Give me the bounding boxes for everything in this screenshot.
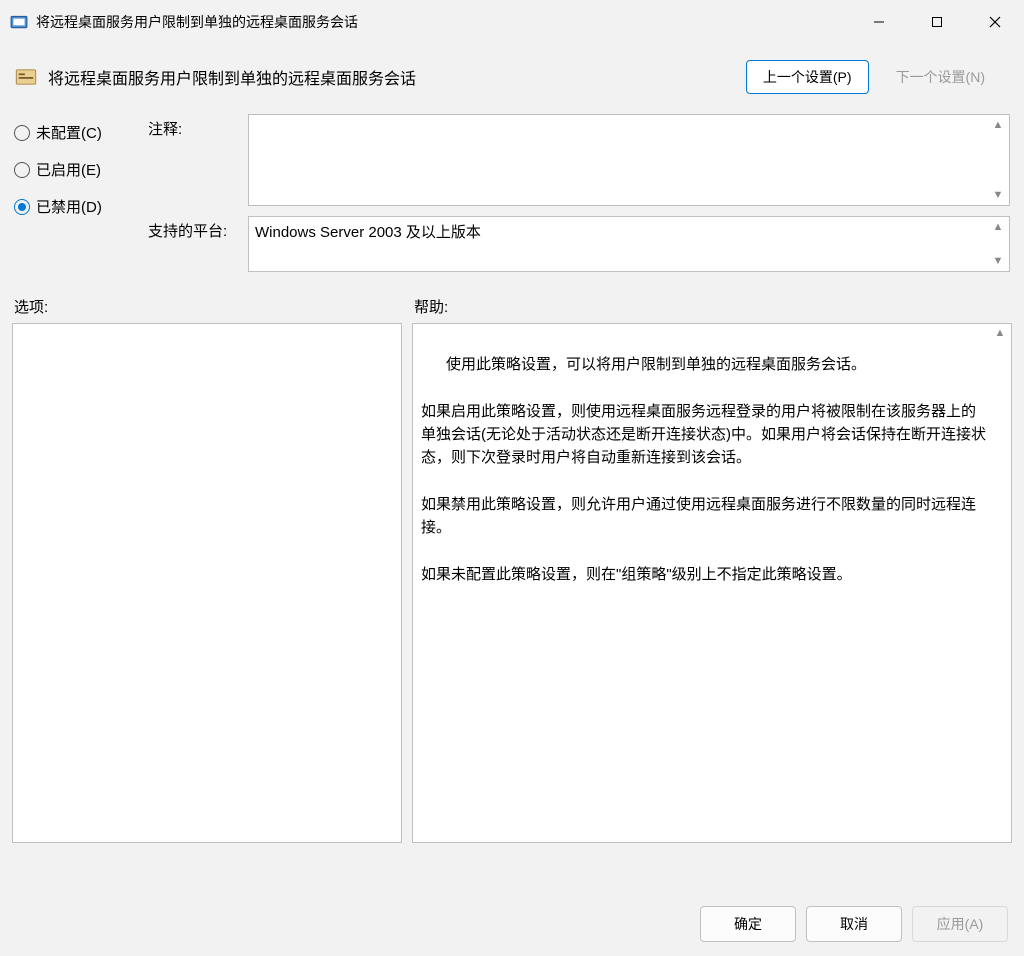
options-section-label: 选项: — [14, 296, 414, 317]
help-panel: 使用此策略设置，可以将用户限制到单独的远程桌面服务会话。 如果启用此策略设置，则… — [412, 323, 1012, 843]
scroll-up-icon[interactable]: ▲ — [992, 326, 1008, 342]
scroll-down-icon[interactable]: ▼ — [990, 253, 1006, 269]
radio-enabled[interactable]: 已启用(E) — [14, 159, 134, 180]
policy-editor-window: 将远程桌面服务用户限制到单独的远程桌面服务会话 将远程桌面服务用户限制到单独的远… — [0, 0, 1024, 956]
window-controls — [850, 0, 1024, 44]
close-button[interactable] — [966, 0, 1024, 44]
app-icon — [10, 13, 28, 31]
dialog-buttons: 确定 取消 应用(A) — [0, 892, 1024, 956]
apply-button: 应用(A) — [912, 906, 1008, 942]
radio-label: 已禁用(D) — [36, 196, 102, 217]
radio-icon — [14, 199, 30, 215]
comment-textbox[interactable]: ▲ ▼ — [248, 114, 1010, 206]
window-title: 将远程桌面服务用户限制到单独的远程桌面服务会话 — [36, 12, 358, 32]
fields-column: 注释: ▲ ▼ 支持的平台: Windows Server 2003 及以上版本… — [148, 114, 1010, 272]
radio-not-configured[interactable]: 未配置(C) — [14, 122, 134, 143]
cancel-button[interactable]: 取消 — [806, 906, 902, 942]
comment-label: 注释: — [148, 114, 238, 206]
next-setting-button: 下一个设置(N) — [879, 60, 1002, 94]
options-panel — [12, 323, 402, 843]
config-area: 未配置(C) 已启用(E) 已禁用(D) 注释: ▲ ▼ 支持的平台 — [0, 104, 1024, 272]
radio-icon — [14, 125, 30, 141]
scroll-up-icon[interactable]: ▲ — [990, 219, 1006, 235]
nav-buttons: 上一个设置(P) 下一个设置(N) — [746, 60, 1002, 94]
policy-icon — [14, 65, 38, 89]
radio-label: 已启用(E) — [36, 159, 101, 180]
ok-button[interactable]: 确定 — [700, 906, 796, 942]
scroll-up-icon[interactable]: ▲ — [990, 117, 1006, 133]
help-section-label: 帮助: — [414, 296, 1010, 317]
platform-value: Windows Server 2003 及以上版本 — [255, 224, 481, 241]
radio-icon — [14, 162, 30, 178]
header-row: 将远程桌面服务用户限制到单独的远程桌面服务会话 上一个设置(P) 下一个设置(N… — [0, 44, 1024, 104]
help-text: 使用此策略设置，可以将用户限制到单独的远程桌面服务会话。 如果启用此策略设置，则… — [421, 356, 986, 582]
platform-textbox: Windows Server 2003 及以上版本 ▲ ▼ — [248, 216, 1010, 272]
policy-title: 将远程桌面服务用户限制到单独的远程桌面服务会话 — [48, 65, 416, 89]
radio-label: 未配置(C) — [36, 122, 102, 143]
titlebar: 将远程桌面服务用户限制到单独的远程桌面服务会话 — [0, 0, 1024, 44]
comment-row: 注释: ▲ ▼ — [148, 114, 1010, 206]
platform-row: 支持的平台: Windows Server 2003 及以上版本 ▲ ▼ — [148, 216, 1010, 272]
radio-disabled[interactable]: 已禁用(D) — [14, 196, 134, 217]
state-radio-group: 未配置(C) 已启用(E) 已禁用(D) — [14, 114, 134, 272]
previous-setting-button[interactable]: 上一个设置(P) — [746, 60, 869, 94]
section-labels: 选项: 帮助: — [0, 272, 1024, 323]
minimize-button[interactable] — [850, 0, 908, 44]
panels-row: 使用此策略设置，可以将用户限制到单独的远程桌面服务会话。 如果启用此策略设置，则… — [0, 323, 1024, 892]
maximize-button[interactable] — [908, 0, 966, 44]
platform-label: 支持的平台: — [148, 216, 238, 272]
scroll-down-icon[interactable]: ▼ — [990, 187, 1006, 203]
